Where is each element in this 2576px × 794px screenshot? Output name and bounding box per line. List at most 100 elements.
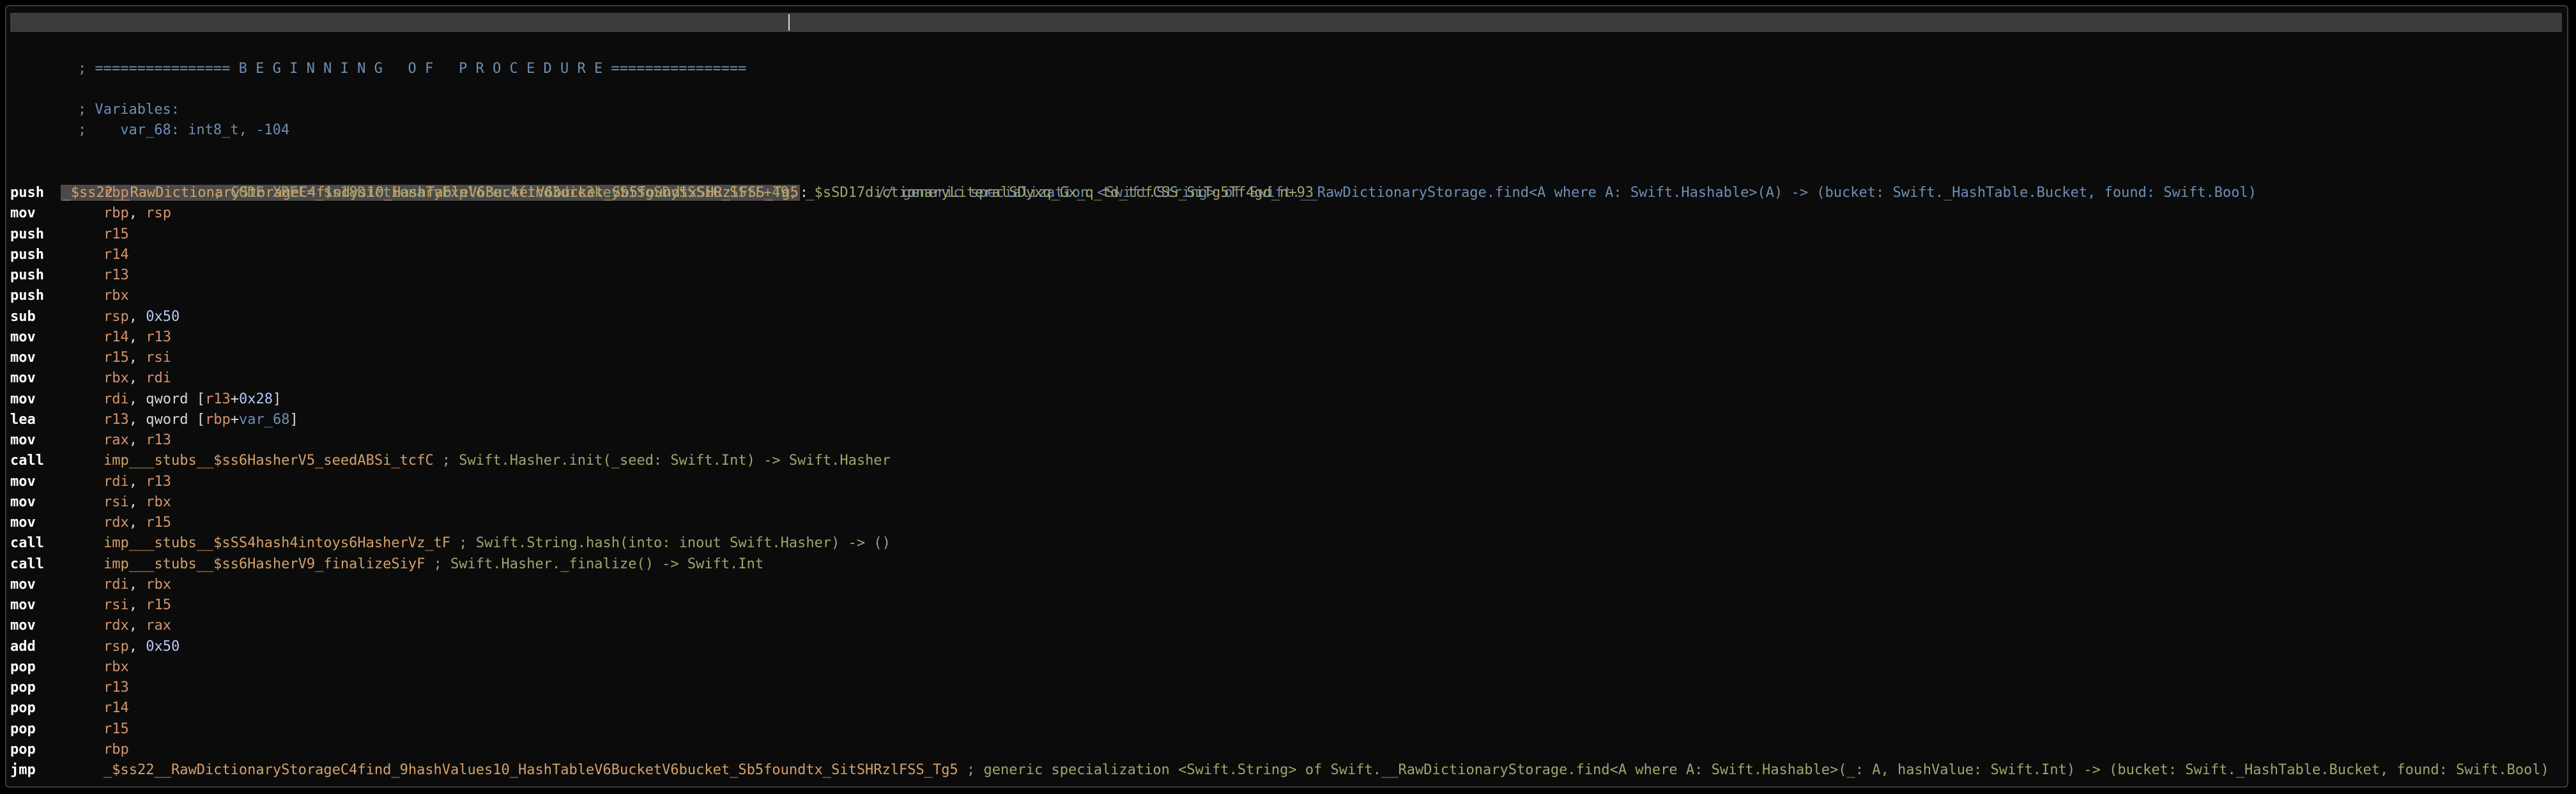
instruction-mnemonic: lea xyxy=(10,411,36,428)
instruction-row[interactable]: push r14 xyxy=(6,245,2567,265)
instruction-operands: rdx, r15 xyxy=(103,513,171,533)
operand-token: rax xyxy=(103,432,129,448)
instruction-operands: rbp ; CODE XREF=_$s18DictionaryExplorer4… xyxy=(103,183,1314,203)
instruction-row[interactable]: pop r14 xyxy=(6,698,2567,719)
instruction-mnemonic: mov xyxy=(10,329,36,345)
instruction-mnemonic: jmp xyxy=(10,762,36,778)
operand-token: rdx xyxy=(103,515,129,531)
operand-token: 0x50 xyxy=(146,308,180,325)
operand-token: ] xyxy=(272,391,282,407)
operand-token: , qword [ xyxy=(128,391,205,407)
instruction-mnemonic: mov xyxy=(10,205,36,222)
instruction-mnemonic: push xyxy=(10,185,44,201)
operand-token: , xyxy=(128,308,146,325)
instruction-operands: r13 xyxy=(103,265,129,286)
operand-token[interactable]: imp___stubs__$sSS4hash4intoys6HasherVz_t… xyxy=(103,535,450,551)
operand-token: rsp xyxy=(146,205,171,222)
instruction-mnemonic: mov xyxy=(10,473,36,490)
instruction-row[interactable]: call imp___stubs__$ss6HasherV9_finalizeSi… xyxy=(6,554,2567,575)
instruction-operands: _$ss22__RawDictionaryStorageC4find_9hash… xyxy=(103,760,2549,781)
operand-token: rsi xyxy=(103,597,129,613)
instruction-operands: r15 xyxy=(103,224,129,245)
instruction-row[interactable]: mov rdi, qword [r13+0x28] xyxy=(6,389,2567,410)
instruction-row[interactable]: mov rsi, rbx xyxy=(6,492,2567,513)
instruction-mnemonic: call xyxy=(10,556,44,572)
instruction-row[interactable]: pop r13 xyxy=(6,678,2567,698)
instruction-row[interactable]: add rsp, 0x50 xyxy=(6,637,2567,657)
instruction-row[interactable]: mov rdi, r13 xyxy=(6,472,2567,492)
instruction-mnemonic: mov xyxy=(10,597,36,613)
operand-token: , xyxy=(128,494,146,510)
disassembly-view: ; ================ B E G I N N I N G O F… xyxy=(6,6,2567,786)
instruction-mnemonic: mov xyxy=(10,432,36,448)
operand-token: rdi xyxy=(146,370,171,387)
instruction-operands: rsp, 0x50 xyxy=(103,307,180,327)
instruction-row[interactable]: call imp___stubs__$sSS4hash4intoys6Hasher… xyxy=(6,533,2567,554)
operand-token[interactable]: imp___stubs__$ss6HasherV5_seedABSi_tcfC xyxy=(103,453,434,469)
instruction-mnemonic: push xyxy=(10,226,44,242)
operand-token: r15 xyxy=(103,226,129,242)
instruction-row[interactable]: mov rbx, rdi xyxy=(6,368,2567,389)
instruction-operands: rbp, rsp xyxy=(103,203,171,224)
variables-label: ; Variables: xyxy=(78,102,180,118)
instruction-row[interactable]: lea r13, qword [rbp+var_68] xyxy=(6,410,2567,430)
operand-token: , xyxy=(128,329,146,345)
instruction-mnemonic: call xyxy=(10,453,44,469)
instruction-operands: rax, r13 xyxy=(103,430,171,451)
instruction-row[interactable]: mov rbp, rsp xyxy=(6,203,2567,224)
instruction-row[interactable]: call imp___stubs__$ss6HasherV5_seedABSi_t… xyxy=(6,451,2567,471)
instruction-row[interactable]: pop rbp xyxy=(6,740,2567,760)
instruction-row[interactable]: mov rdx, r15 xyxy=(6,513,2567,533)
variable-line: ; var_68: int8_t, -104 xyxy=(78,122,290,138)
instruction-row[interactable]: mov rdi, rbx xyxy=(6,575,2567,595)
instruction-row[interactable]: pop r15 xyxy=(6,719,2567,740)
instruction-row[interactable]: mov r15, rsi xyxy=(6,348,2567,368)
instruction-operands: rbx xyxy=(103,657,129,678)
instruction-row[interactable]: push rbx xyxy=(6,286,2567,306)
operand-token: r13 xyxy=(146,329,171,345)
operand-token: r13 xyxy=(146,432,171,448)
instruction-row[interactable]: push r15 xyxy=(6,224,2567,245)
instruction-mnemonic: push xyxy=(10,246,44,263)
operand-token: r13 xyxy=(204,391,231,407)
operand-token: ; generic specialization <Swift.String> … xyxy=(958,762,2549,778)
instruction-operands: r15 xyxy=(103,719,129,740)
operand-token: rbp xyxy=(103,741,129,758)
operand-token: 0x50 xyxy=(146,638,180,655)
instruction-operands: imp___stubs__$sSS4hash4intoys6HasherVz_t… xyxy=(103,533,891,554)
instruction-operands: r13 xyxy=(103,678,129,698)
operand-token: , xyxy=(128,205,146,222)
instruction-row[interactable]: mov rsi, r15 xyxy=(6,595,2567,616)
instruction-operands: r14 xyxy=(103,245,129,265)
operand-token: , xyxy=(128,515,146,531)
operand-token[interactable]: _$ss22__RawDictionaryStorageC4find_9hash… xyxy=(103,762,958,778)
instruction-row[interactable]: jmp _$ss22__RawDictionaryStorageC4find_9h… xyxy=(6,760,2567,781)
operand-token[interactable]: imp___stubs__$ss6HasherV9_finalizeSiyF xyxy=(103,556,425,572)
instruction-operands: rbx xyxy=(103,286,129,306)
instruction-row[interactable]: mov r14, r13 xyxy=(6,327,2567,348)
operand-token: rsp xyxy=(103,308,129,325)
operand-token: r15 xyxy=(146,597,171,613)
disassembly-window: ; ================ B E G I N N I N G O F… xyxy=(5,5,2568,788)
operand-token: rbx xyxy=(103,658,129,675)
instruction-mnemonic: pop xyxy=(10,720,36,737)
operand-token: ] xyxy=(289,411,298,428)
instruction-operands: rbp xyxy=(103,740,129,760)
instruction-row[interactable]: push rbp ; CODE XREF=_$s18DictionaryExplo… xyxy=(6,183,2567,203)
operand-token: rsi xyxy=(146,350,171,366)
procedure-label-line: _$ss22__RawDictionaryStorageC4findys10_H… xyxy=(10,162,2257,201)
operand-token: rbp xyxy=(103,185,129,201)
instruction-row[interactable]: mov rdx, rax xyxy=(6,616,2567,636)
operand-token: var_68 xyxy=(238,411,290,428)
instruction-mnemonic: push xyxy=(10,288,44,304)
instruction-operands: rdi, rbx xyxy=(103,575,171,595)
operand-token: rbx xyxy=(146,576,171,593)
operand-token: , xyxy=(128,370,146,387)
instruction-row[interactable]: pop rbx xyxy=(6,657,2567,678)
instruction-operands: r13, qword [rbp+var_68] xyxy=(103,410,298,430)
operand-token: r13 xyxy=(103,680,129,696)
instruction-row[interactable]: mov rax, r13 xyxy=(6,430,2567,451)
operand-token: rdi xyxy=(103,473,129,490)
instruction-row[interactable]: push r13 xyxy=(6,265,2567,286)
instruction-row[interactable]: sub rsp, 0x50 xyxy=(6,307,2567,327)
